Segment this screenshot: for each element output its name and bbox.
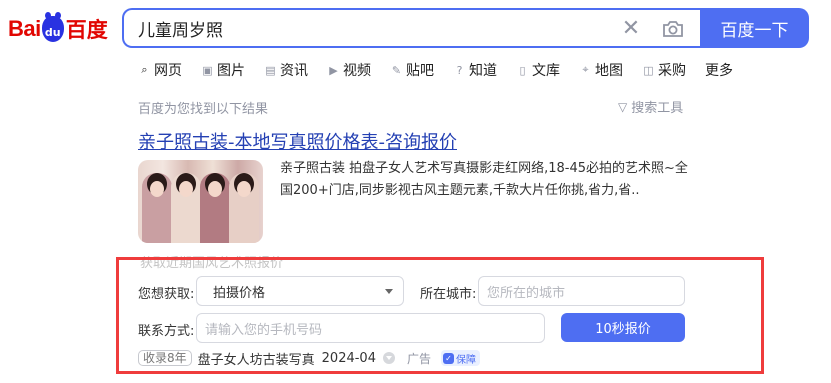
tab-label: 地图 [595, 63, 623, 79]
phone-field[interactable]: 请输入您的手机号码 [196, 313, 545, 343]
news-icon: ▤ [265, 63, 276, 77]
search-icon: ⌕ [141, 63, 148, 76]
search-input[interactable] [138, 18, 578, 38]
search-box: ✕ [122, 8, 702, 48]
tab-label: 知道 [469, 63, 497, 79]
tab-web[interactable]: ⌕ 网页 [138, 60, 182, 80]
obtain-select-value: 拍摄价格 [213, 285, 266, 301]
tab-label: 资讯 [280, 63, 308, 79]
chevron-down-icon[interactable] [382, 352, 395, 364]
tab-news[interactable]: ▤ 资讯 [264, 60, 308, 80]
result-meta: 收录8年 盘子女人坊古装写真 2024-04 广告 ✓ 保障 [138, 349, 480, 368]
filter-icon: ▽ [618, 99, 628, 114]
tab-map[interactable]: ⌖ 地图 [579, 60, 623, 80]
result-thumbnail[interactable] [138, 160, 263, 243]
tab-label: 更多 [705, 63, 733, 79]
tab-label: 视频 [343, 63, 371, 79]
city-field[interactable]: 您所在的城市 [478, 276, 685, 306]
logo-text-latin: Bai [8, 16, 41, 41]
document-icon: ▯ [519, 63, 526, 77]
guarantee-badge[interactable]: ✓ 保障 [441, 350, 480, 366]
clear-icon[interactable]: ✕ [618, 15, 644, 41]
tab-label: 采购 [658, 63, 686, 79]
years-badge: 收录8年 [138, 350, 192, 366]
search-tools-button[interactable]: ▽ 搜索工具 [618, 97, 684, 117]
camera-icon[interactable] [660, 16, 686, 42]
result-title-link[interactable]: 亲子照古装-本地写真照价格表-咨询报价 [138, 128, 457, 154]
search-tabs: ⌕ 网页 ▣ 图片 ▤ 资讯 ▶ 视频 ✎ 贴吧 ? 知道 ▯ 文库 ⌖ 地图 … [138, 60, 733, 80]
result-date: 2024-04 [321, 350, 376, 366]
image-icon: ▣ [202, 63, 213, 77]
obtain-label: 您想获取: [138, 287, 195, 302]
tab-video[interactable]: ▶ 视频 [327, 60, 371, 80]
tab-label: 网页 [154, 63, 182, 79]
search-tools-label: 搜索工具 [631, 101, 684, 116]
tab-purchase[interactable]: ◫ 采购 [642, 60, 686, 80]
paw-icon: du [41, 12, 64, 42]
chevron-down-icon [385, 289, 393, 294]
result-count: 百度为您找到以下结果 [138, 102, 269, 117]
shop-icon: ◫ [643, 63, 654, 77]
search-button[interactable]: 百度一下 [700, 8, 809, 48]
ad-label: 广告 [406, 351, 431, 366]
check-shield-icon: ✓ [443, 352, 454, 364]
logo-text-cn: 百度 [65, 18, 108, 42]
guarantee-label: 保障 [456, 354, 476, 366]
tab-images[interactable]: ▣ 图片 [201, 60, 245, 80]
tab-more[interactable]: 更多 [705, 60, 733, 80]
tab-wenku[interactable]: ▯ 文库 [516, 60, 560, 80]
obtain-select[interactable]: 拍摄价格 [196, 276, 404, 306]
tab-tieba[interactable]: ✎ 贴吧 [390, 60, 434, 80]
tab-label: 文库 [532, 63, 560, 79]
baidu-logo[interactable]: Bai du 百度 [8, 12, 108, 46]
video-icon: ▶ [329, 63, 338, 77]
map-icon: ⌖ [582, 63, 589, 76]
result-abstract: 亲子照古装 拍盘子女人艺术写真摄影走红网络,18-45必拍的艺术照~全国200+… [280, 161, 688, 198]
site-name[interactable]: 盘子女人坊古装写真 [198, 349, 315, 368]
quote-submit-button[interactable]: 10秒报价 [561, 313, 685, 342]
question-icon: ? [456, 63, 463, 77]
contact-label: 联系方式: [138, 324, 195, 339]
city-label: 所在城市: [420, 287, 477, 302]
tieba-icon: ✎ [391, 63, 402, 77]
tab-label: 贴吧 [406, 63, 434, 79]
tab-zhidao[interactable]: ? 知道 [453, 60, 497, 80]
tab-label: 图片 [217, 63, 245, 79]
